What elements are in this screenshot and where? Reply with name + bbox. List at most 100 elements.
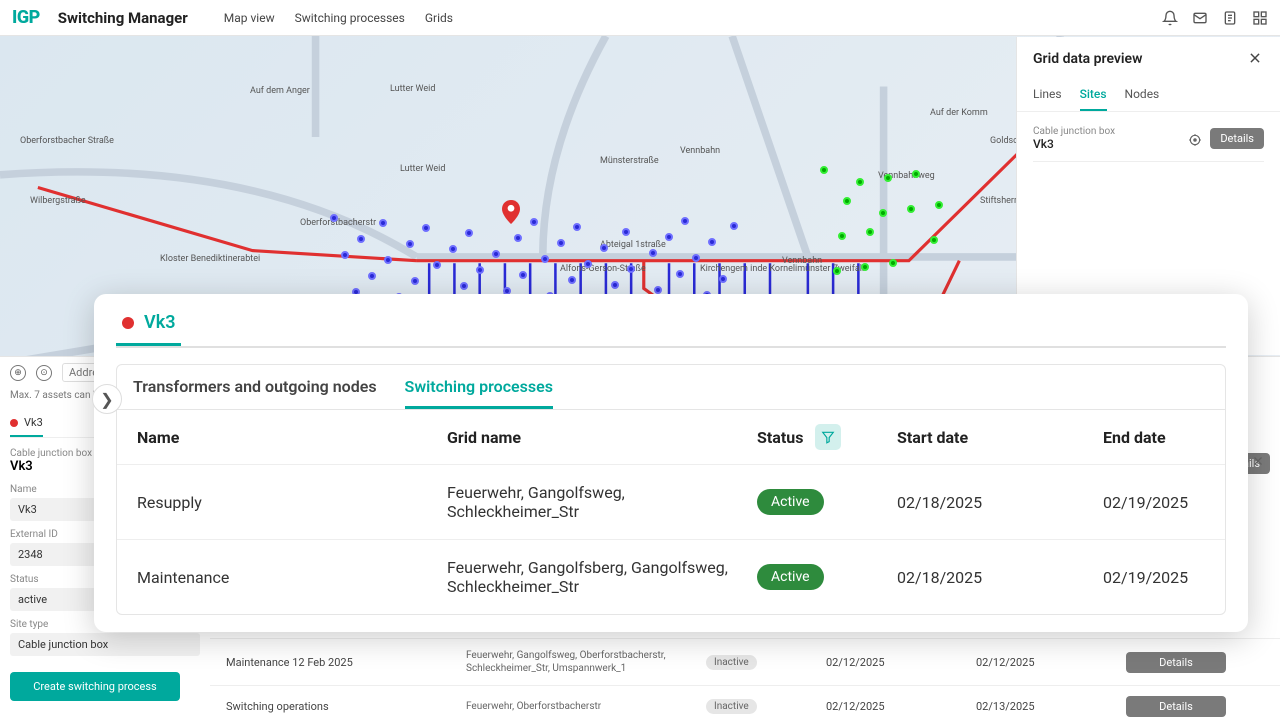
node-dot-icon: [912, 170, 920, 178]
node-dot-icon: [730, 222, 738, 230]
cell-grid: Feuerwehr, Gangolfsweg, Schleckheimer_St…: [447, 483, 757, 521]
node-dot-icon: [379, 219, 387, 227]
col-name: Name: [137, 428, 447, 447]
create-switching-process-button[interactable]: Create switching process: [10, 672, 180, 701]
cell-end: 02/19/2025: [1103, 568, 1226, 587]
bell-icon[interactable]: [1162, 10, 1178, 26]
nav-links: Map view Switching processes Grids: [224, 11, 453, 25]
asset-tab-vk3[interactable]: Vk3: [10, 410, 43, 437]
node-dot-icon: [422, 224, 430, 232]
map-label: Oberforstbacher Straße: [20, 136, 114, 146]
details-button[interactable]: Details: [1126, 696, 1226, 717]
cell-start: 02/18/2025: [897, 493, 1103, 512]
cell-name: Maintenance: [137, 568, 447, 587]
target-icon[interactable]: ⊙: [36, 365, 52, 381]
map-label: Münsterstraße: [600, 156, 659, 166]
asset-popup-card: ❯ Vk3 Transformers and outgoing nodes Sw…: [94, 294, 1248, 632]
node-dot-icon: [433, 261, 441, 269]
map-label: Vennbahn: [680, 146, 720, 156]
node-dot-icon: [833, 267, 841, 275]
col-end-date: End date: [1103, 428, 1226, 447]
node-dot-icon: [411, 277, 419, 285]
node-dot-icon: [476, 266, 484, 274]
doc-icon[interactable]: [1222, 10, 1238, 26]
bg-row-grid: Feuerwehr, Gangolfsweg, Oberforstbachers…: [466, 649, 706, 675]
node-dot-icon: [681, 217, 689, 225]
locate-icon[interactable]: [1188, 132, 1202, 146]
status-badge: Active: [757, 489, 824, 515]
node-dot-icon: [889, 259, 897, 267]
close-icon[interactable]: [1252, 452, 1264, 471]
node-dot-icon: [514, 234, 522, 242]
close-icon[interactable]: [1248, 51, 1264, 67]
cell-name: Resupply: [137, 493, 447, 512]
globe-icon[interactable]: ⊕: [10, 365, 26, 381]
card-tab-vk3[interactable]: Vk3: [116, 308, 181, 346]
tab-nodes[interactable]: Nodes: [1125, 81, 1160, 111]
node-dot-icon: [879, 209, 887, 217]
table-row[interactable]: Resupply Feuerwehr, Gangolfsweg, Schleck…: [117, 465, 1225, 540]
preview-row: Cable junction box Vk3 Details: [1033, 120, 1264, 162]
logo: IGP: [12, 7, 40, 28]
status-badge: Inactive: [706, 655, 757, 670]
node-dot-icon: [866, 228, 874, 236]
details-button[interactable]: Details: [1126, 652, 1226, 673]
preview-row-type: Cable junction box: [1033, 126, 1115, 137]
node-dot-icon: [368, 272, 376, 280]
node-dot-icon: [861, 263, 869, 271]
bg-row-start: 02/12/2025: [826, 700, 976, 713]
node-dot-icon: [654, 286, 662, 294]
bg-row-end: 02/13/2025: [976, 700, 1126, 713]
tab-lines[interactable]: Lines: [1033, 81, 1062, 111]
node-dot-icon: [492, 250, 500, 258]
node-dot-icon: [719, 275, 727, 283]
tab-sites[interactable]: Sites: [1080, 81, 1107, 111]
bg-row-grid: Feuerwehr, Oberforstbacherstr: [466, 700, 706, 713]
node-dot-icon: [907, 205, 915, 213]
bg-row-end: 02/12/2025: [976, 656, 1126, 669]
cell-start: 02/18/2025: [897, 568, 1103, 587]
node-dot-icon: [530, 218, 538, 226]
table-row[interactable]: Maintenance Feuerwehr, Gangolfsberg, Gan…: [117, 540, 1225, 614]
map-label: Lutter Weid: [400, 164, 445, 174]
topbar: IGP Switching Manager Map view Switching…: [0, 0, 1280, 36]
card-tab-label: Vk3: [144, 312, 175, 333]
node-dot-icon: [573, 223, 581, 231]
table-header: Name Grid name Status Start date End dat…: [117, 410, 1225, 465]
table-row[interactable]: Maintenance 12 Feb 2025 Feuerwehr, Gango…: [210, 638, 1280, 685]
node-dot-icon: [676, 270, 684, 278]
bg-row-start: 02/12/2025: [826, 656, 976, 669]
node-dot-icon: [384, 256, 392, 264]
node-dot-icon: [884, 174, 892, 182]
node-dot-icon: [341, 251, 349, 259]
nav-switching-processes[interactable]: Switching processes: [295, 11, 405, 25]
topbar-right: [1162, 10, 1268, 26]
node-dot-icon: [600, 244, 608, 252]
node-dot-icon: [330, 214, 338, 222]
details-button[interactable]: Details: [1210, 128, 1264, 149]
map-label: Auf der Komm: [930, 108, 988, 118]
chevron-right-icon[interactable]: ❯: [92, 384, 122, 414]
site-type-field[interactable]: [10, 633, 200, 656]
map-label: Wilbergstraße: [30, 196, 86, 206]
table-row[interactable]: Switching operations Feuerwehr, Oberfors…: [210, 685, 1280, 727]
node-dot-icon: [557, 239, 565, 247]
node-dot-icon: [820, 166, 828, 174]
node-dot-icon: [465, 229, 473, 237]
subtab-transformers[interactable]: Transformers and outgoing nodes: [133, 377, 377, 409]
grid-icon[interactable]: [1252, 10, 1268, 26]
mail-icon[interactable]: [1192, 10, 1208, 26]
status-dot-icon: [10, 419, 18, 427]
nav-map-view[interactable]: Map view: [224, 11, 275, 25]
map-label: Lutter Weid: [390, 84, 435, 94]
nav-grids[interactable]: Grids: [425, 11, 453, 25]
node-dot-icon: [460, 282, 468, 290]
asset-tab-label: Vk3: [24, 416, 43, 429]
map-label: Auf dem Anger: [250, 86, 310, 96]
node-dot-icon: [665, 233, 673, 241]
node-dot-icon: [856, 178, 864, 186]
subtab-switching-processes[interactable]: Switching processes: [405, 377, 553, 409]
filter-icon[interactable]: [815, 424, 841, 450]
col-start-date: Start date: [897, 428, 1103, 447]
node-dot-icon: [622, 228, 630, 236]
